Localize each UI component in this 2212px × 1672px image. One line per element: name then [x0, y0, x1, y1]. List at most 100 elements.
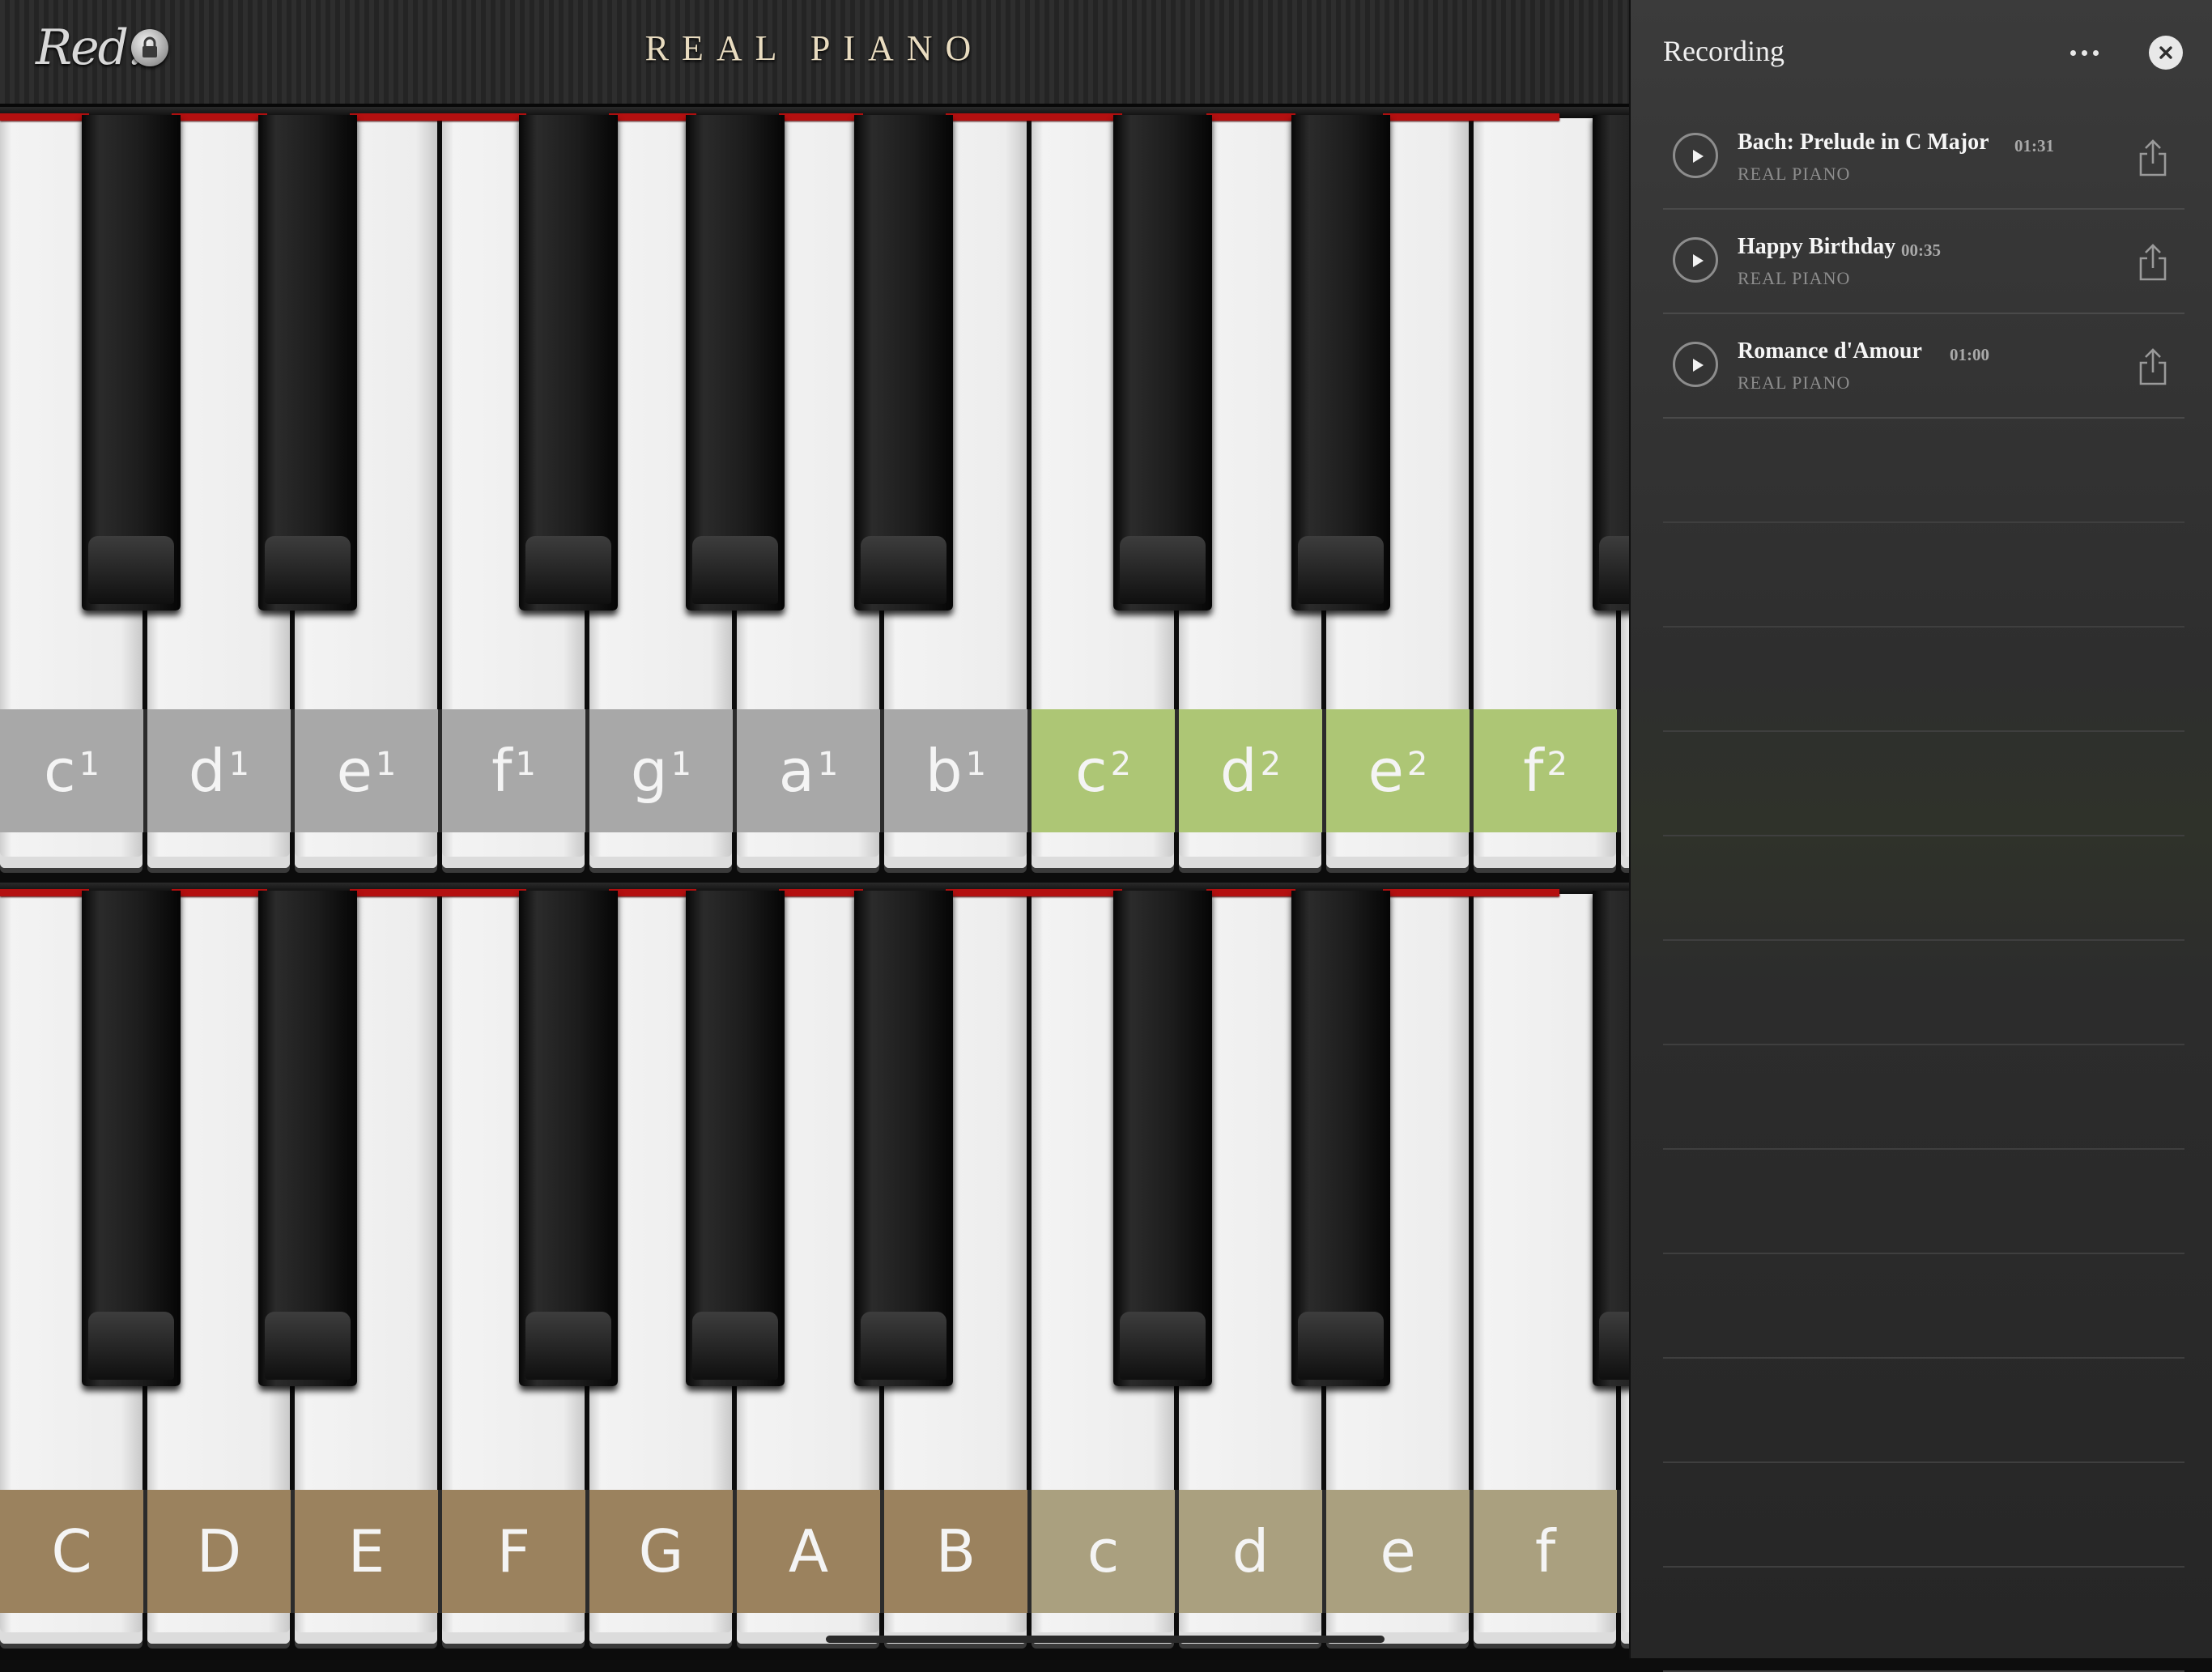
black-key[interactable]	[258, 891, 357, 1386]
recording-duration: 01:31	[2014, 136, 2054, 155]
black-key[interactable]	[1593, 115, 1629, 611]
black-key[interactable]	[82, 115, 181, 611]
play-button[interactable]	[1673, 237, 1718, 283]
note-octave: 1	[515, 746, 536, 783]
key-felt	[1206, 889, 1295, 896]
note-octave: 2	[1406, 746, 1428, 783]
note-label: c1	[0, 709, 147, 832]
share-icon[interactable]	[2136, 347, 2170, 387]
empty-row	[1663, 941, 2184, 1045]
key-felt	[779, 113, 863, 121]
empty-row	[1663, 732, 2184, 836]
recording-row[interactable]: Bach: Prelude in C Major 01:31 REAL PIAN…	[1663, 105, 2184, 210]
note-name: D	[196, 1517, 242, 1585]
note-name: G	[638, 1517, 684, 1585]
empty-row	[1663, 1254, 2184, 1359]
black-key[interactable]	[82, 891, 181, 1386]
share-icon[interactable]	[2136, 242, 2170, 283]
note-name: c	[43, 737, 76, 805]
app-header: Red. REAL PIANO	[0, 0, 1629, 107]
note-name: b	[925, 737, 963, 805]
black-key[interactable]	[1291, 891, 1390, 1386]
black-key[interactable]	[1113, 891, 1212, 1386]
empty-row	[1663, 1150, 2184, 1254]
note-label: f1	[442, 709, 589, 832]
key-felt	[1383, 113, 1559, 121]
key-felt	[609, 113, 696, 121]
note-name: c	[1087, 1517, 1120, 1585]
note-name: e	[336, 737, 372, 805]
note-label: g1	[589, 709, 737, 832]
key-felt	[350, 113, 526, 121]
note-name: d	[1231, 1517, 1270, 1585]
share-icon[interactable]	[2136, 138, 2170, 178]
more-icon	[2069, 49, 2076, 56]
note-name: d	[188, 737, 226, 805]
empty-row	[1663, 419, 2184, 523]
black-key[interactable]	[1593, 891, 1629, 1386]
note-label-band: C D E F G A Bc d e f	[0, 1490, 1629, 1613]
key-felt	[172, 113, 267, 121]
black-key[interactable]	[519, 891, 618, 1386]
play-button[interactable]	[1673, 342, 1718, 387]
note-octave: 2	[1260, 746, 1282, 783]
key-felt	[1383, 889, 1559, 896]
recording-row[interactable]: Happy Birthday 00:35 REAL PIANO	[1663, 210, 2184, 314]
close-button[interactable]	[2149, 36, 2183, 70]
note-name: e	[1380, 1517, 1416, 1585]
note-label: e	[1326, 1490, 1474, 1613]
note-label: d2	[1179, 709, 1326, 832]
recording-source: REAL PIANO	[1738, 164, 1851, 184]
note-name: A	[788, 1517, 829, 1585]
key-felt	[946, 889, 1122, 896]
note-label: D	[147, 1490, 295, 1613]
app-title: REAL PIANO	[644, 28, 985, 68]
note-name: f	[491, 737, 513, 805]
note-name: B	[935, 1517, 976, 1585]
note-name: E	[347, 1517, 385, 1585]
recording-title: Happy Birthday	[1738, 234, 1896, 259]
key-felt	[1206, 113, 1295, 121]
empty-row	[1663, 1463, 2184, 1568]
black-key[interactable]	[1113, 115, 1212, 611]
note-octave: 1	[79, 746, 100, 783]
keyboard-lower[interactable]: C D E F G A Bc d e f	[0, 883, 1629, 1660]
note-label: b1	[884, 709, 1032, 832]
black-key[interactable]	[258, 115, 357, 611]
recording-panel: Recording Bach: Prelude in C Major 01:31…	[1629, 0, 2212, 1672]
panel-title: Recording	[1663, 35, 1784, 67]
note-octave: 1	[817, 746, 839, 783]
note-label-band: c1d1e1f1g1a1b1c2d2e2f2	[0, 709, 1629, 832]
black-key[interactable]	[1291, 115, 1390, 611]
black-key[interactable]	[686, 891, 785, 1386]
keyboard-upper[interactable]: c1d1e1f1g1a1b1c2d2e2f2	[0, 107, 1629, 884]
note-label: G	[589, 1490, 737, 1613]
black-key[interactable]	[686, 115, 785, 611]
black-key[interactable]	[519, 115, 618, 611]
recording-row[interactable]: Romance d'Amour 01:00 REAL PIANO	[1663, 314, 2184, 419]
recording-list: Bach: Prelude in C Major 01:31 REAL PIAN…	[1663, 105, 2184, 1672]
note-name: c	[1074, 737, 1108, 805]
note-name: F	[496, 1517, 531, 1585]
black-key[interactable]	[854, 115, 953, 611]
note-label: f2	[1474, 709, 1621, 832]
note-label: c	[1032, 1490, 1179, 1613]
note-name: f	[1534, 1517, 1556, 1585]
home-indicator	[826, 1636, 1385, 1643]
play-icon	[1693, 254, 1704, 267]
note-octave: 1	[228, 746, 250, 783]
key-felt	[609, 889, 696, 896]
note-name: e	[1368, 737, 1404, 805]
note-name: C	[51, 1517, 92, 1585]
black-key[interactable]	[854, 891, 953, 1386]
note-label: F	[442, 1490, 589, 1613]
empty-row	[1663, 1568, 2184, 1672]
note-label: C	[0, 1490, 147, 1613]
recording-source: REAL PIANO	[1738, 372, 1851, 393]
note-label: A	[737, 1490, 884, 1613]
more-icon	[2092, 49, 2099, 56]
recording-title: Romance d'Amour	[1738, 338, 1922, 364]
more-button[interactable]	[2052, 32, 2116, 73]
play-button[interactable]	[1673, 133, 1718, 178]
key-felt	[0, 889, 89, 896]
